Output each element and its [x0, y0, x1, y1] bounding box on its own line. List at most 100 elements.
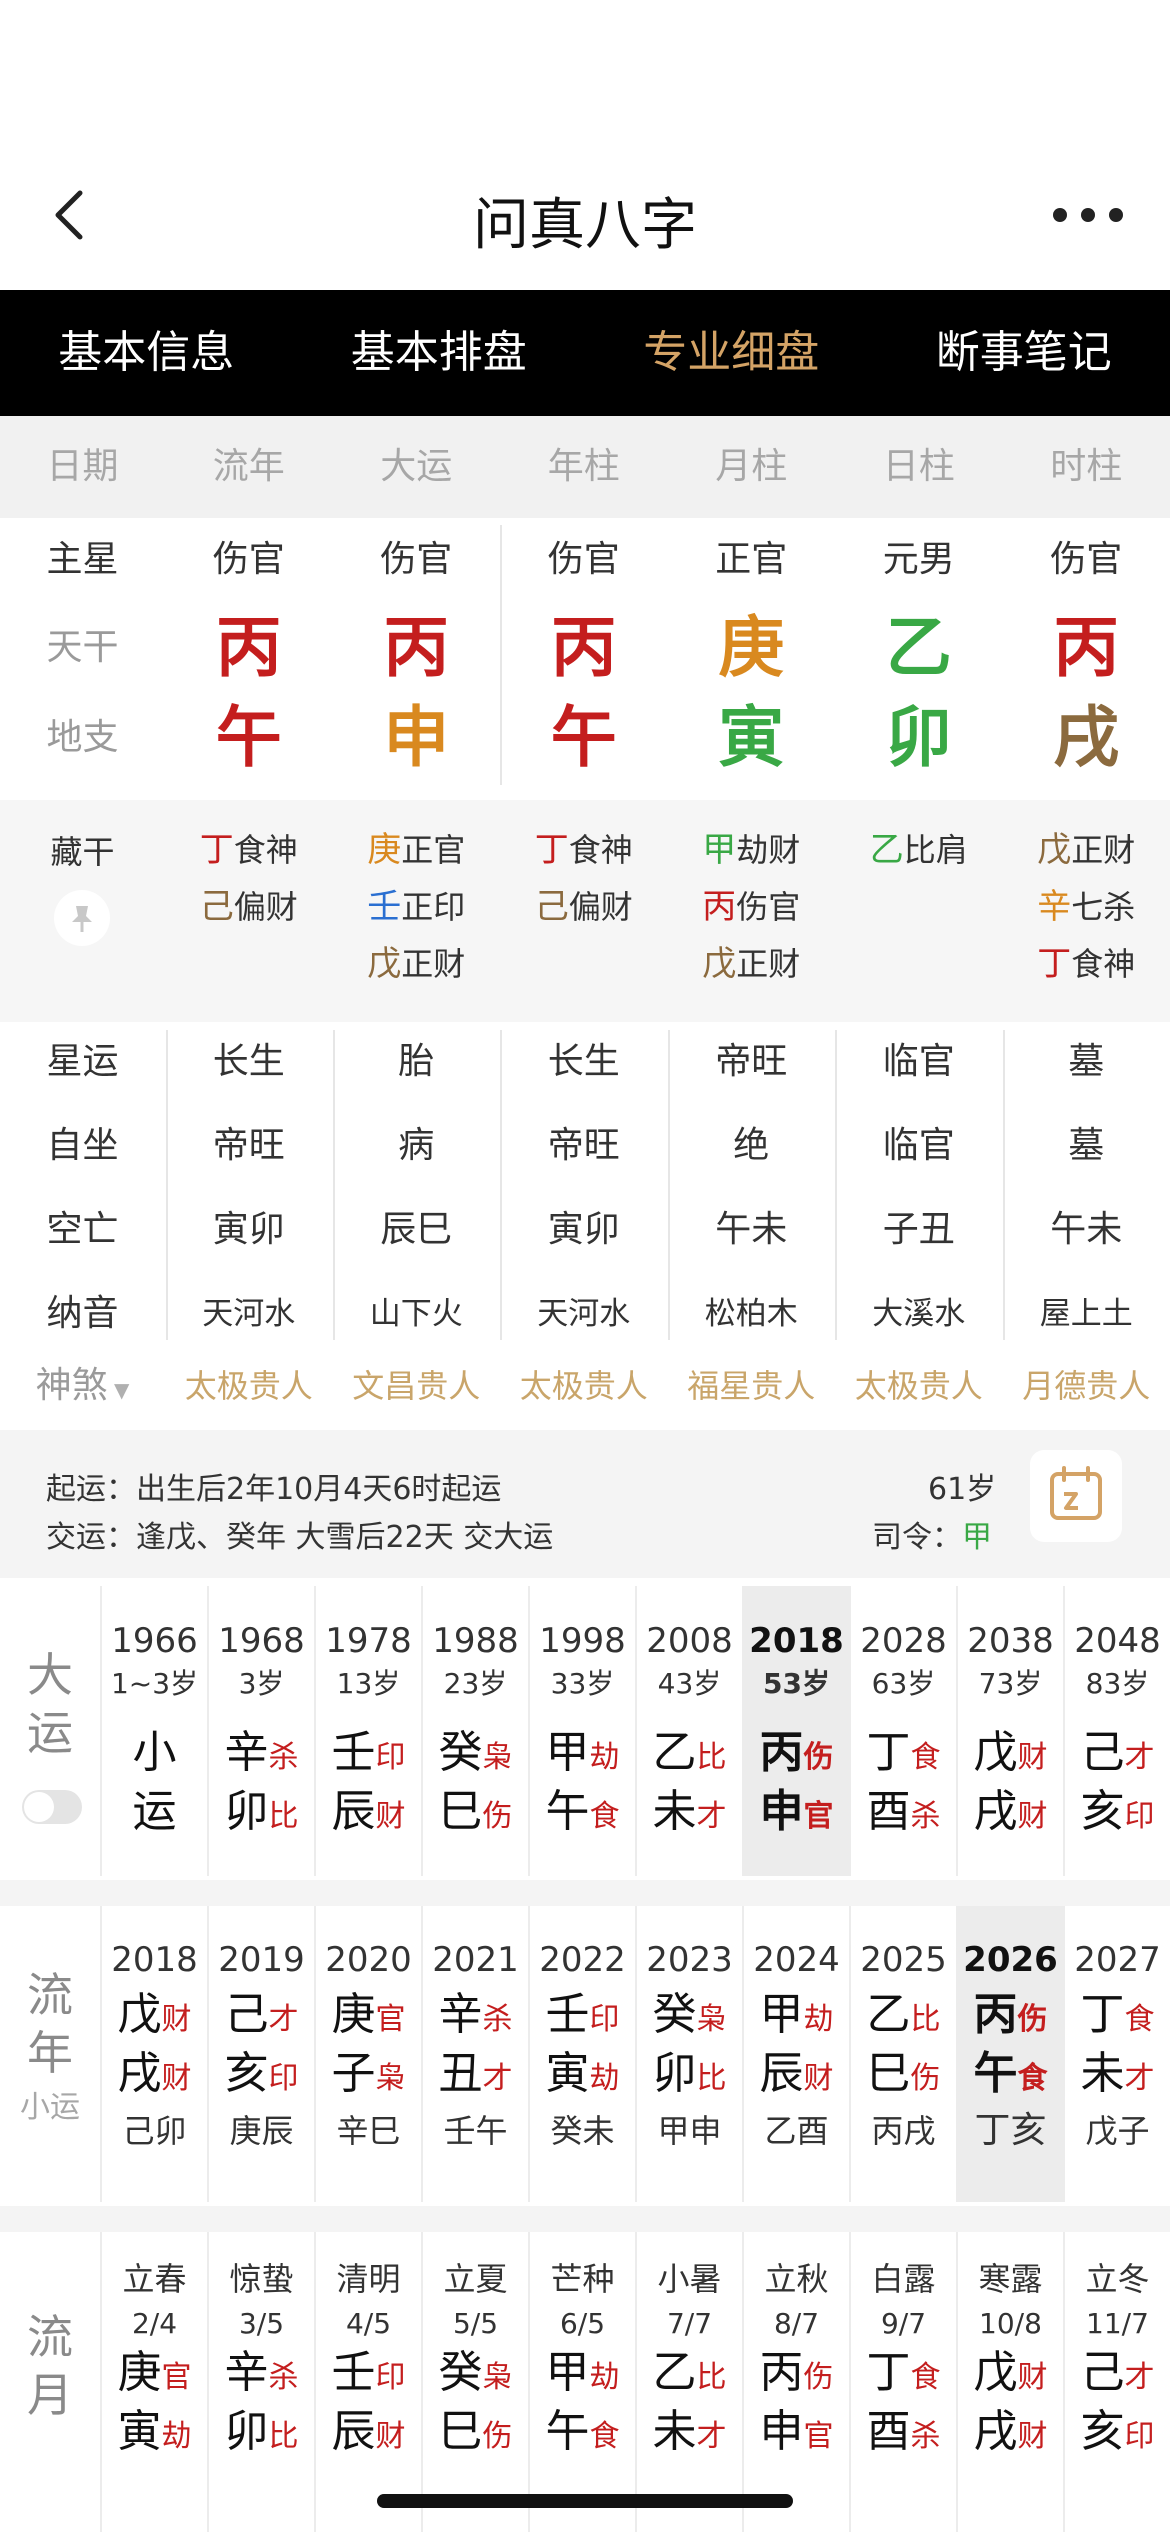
tab-professional-chart[interactable]: 专业细盘 — [585, 290, 878, 416]
liuyue-stem: 戊财 — [958, 2346, 1063, 2405]
heavenly-stem[interactable]: 丙 — [165, 608, 333, 688]
liuyue-column[interactable]: 小暑 7/7 乙比 未才 — [635, 2232, 742, 2532]
heavenly-stem[interactable]: 庚 — [668, 608, 836, 688]
branch-char: 午 — [545, 1786, 590, 1837]
nayin-value: 松柏木 — [704, 1296, 798, 1332]
liunian-year: 2021 — [432, 1940, 519, 1980]
liuyue-column[interactable]: 惊蛰 3/5 辛杀 卯比 — [207, 2232, 314, 2532]
more-options-icon[interactable] — [1048, 200, 1128, 230]
col-header-dayun: 大运 — [380, 446, 453, 487]
branch-god: 伤 — [482, 1799, 513, 1834]
shensha-value[interactable]: 太极贵人 — [835, 1358, 1003, 1414]
dayun-stem: 甲劫 — [530, 1726, 635, 1785]
liunian-stem: 丙伤 — [958, 1988, 1063, 2047]
liuyue-column[interactable]: 立春 2/4 庚官 寅劫 — [100, 2232, 207, 2532]
liuyue-column[interactable]: 立秋 8/7 丙伤 申官 — [742, 2232, 849, 2532]
xiaoyun-toggle[interactable] — [22, 1790, 82, 1824]
earthly-branch[interactable]: 申 — [333, 698, 501, 778]
earthly-branch[interactable]: 寅 — [668, 698, 836, 778]
solar-term: 立春 — [122, 2260, 187, 2298]
hidden-stem-char: 丁 — [199, 830, 234, 870]
liunian-stem: 壬印 — [530, 1988, 635, 2047]
earthly-branch[interactable]: 戌 — [1003, 698, 1170, 778]
liuyue-column[interactable]: 清明 4/5 壬印 辰财 — [314, 2232, 421, 2532]
liunian-column[interactable]: 2021 辛杀 丑才 壬午 — [421, 1906, 528, 2202]
liunian-section: 流 年 小运 2018 戊财 戌财 己卯 2019 己才 亥印 庚辰 2020 庚官 子枭 辛巳 202… — [0, 1906, 1170, 2202]
stem-char: 丙 — [759, 1727, 804, 1778]
dayun-column[interactable]: 1968 3岁 辛杀 卯比 — [207, 1586, 314, 1876]
liunian-column[interactable]: 2023 癸枭 卯比 甲申 — [635, 1906, 742, 2202]
chevron-down-icon: ▼ — [107, 1378, 130, 1402]
hidden-stem-item: 戊正财 — [1003, 822, 1170, 878]
pin-button[interactable] — [54, 890, 110, 946]
dayun-stem: 乙比 — [637, 1726, 742, 1785]
tab-basic-chart[interactable]: 基本排盘 — [293, 290, 586, 416]
stem-god: 比 — [910, 2002, 941, 2037]
shensha-value[interactable]: 太极贵人 — [165, 1358, 333, 1414]
liuyue-column[interactable]: 芒种 6/5 甲劫 午食 — [528, 2232, 635, 2532]
liuyue-column[interactable]: 寒露 10/8 戊财 戌财 — [956, 2232, 1063, 2532]
shensha-value[interactable]: 文昌贵人 — [333, 1358, 501, 1414]
dayun-column[interactable]: 1998 33岁 甲劫 午食 — [528, 1586, 635, 1876]
dayun-column[interactable]: 2028 63岁 丁食 酉杀 — [849, 1586, 956, 1876]
shensha-dropdown[interactable]: 神煞 ▼ — [0, 1358, 165, 1414]
calendar-button[interactable] — [1030, 1450, 1122, 1542]
row-label: 天干 — [46, 627, 119, 668]
stem-god: 比 — [696, 1740, 727, 1775]
liunian-branch: 亥印 — [209, 2047, 314, 2106]
stem-char: 戊 — [973, 1727, 1018, 1778]
stem-char: 小 — [132, 1727, 177, 1778]
liunian-column[interactable]: 2027 丁食 未才 戊子 — [1063, 1906, 1170, 2202]
dayun-column[interactable]: 2018 53岁 丙伤 申官 — [742, 1586, 849, 1876]
earthly-branch[interactable]: 卯 — [835, 698, 1003, 778]
dayun-branch: 卯比 — [209, 1785, 314, 1844]
branch-god: 伤 — [910, 2061, 941, 2096]
heavenly-stem[interactable]: 丙 — [333, 608, 501, 688]
shensha-value[interactable]: 福星贵人 — [668, 1358, 836, 1414]
dayun-column[interactable]: 1966 1~3岁小运 — [100, 1586, 207, 1876]
liunian-column[interactable]: 2022 壬印 寅劫 癸未 — [528, 1906, 635, 2202]
liuyue-column[interactable]: 立夏 5/5 癸枭 巳伤 — [421, 2232, 528, 2532]
heavenly-stem[interactable]: 丙 — [500, 608, 668, 688]
home-indicator[interactable] — [377, 2494, 793, 2508]
dayun-column[interactable]: 2048 83岁 己才 亥印 — [1063, 1586, 1170, 1876]
liunian-column[interactable]: 2018 戊财 戌财 己卯 — [100, 1906, 207, 2202]
shensha-value[interactable]: 太极贵人 — [500, 1358, 668, 1414]
dayun-stem: 丙伤 — [744, 1726, 849, 1785]
dayun-column[interactable]: 1978 13岁 壬印 辰财 — [314, 1586, 421, 1876]
dayun-year: 2008 — [646, 1621, 733, 1661]
liunian-column[interactable]: 2026 丙伤 午食 丁亥 — [956, 1906, 1063, 2202]
earthly-branch[interactable]: 午 — [165, 698, 333, 778]
liuyue-column[interactable]: 立冬 11/7 己才 亥印 — [1063, 2232, 1170, 2532]
stem-god: 财 — [1017, 1740, 1048, 1775]
col-header-hour: 时柱 — [1050, 446, 1123, 487]
shensha-value[interactable]: 月德贵人 — [1003, 1358, 1170, 1414]
stem-char: 癸 — [438, 2347, 483, 2398]
dayun-column[interactable]: 2008 43岁 乙比 未才 — [635, 1586, 742, 1876]
branch-god: 官 — [803, 1799, 834, 1834]
dayun-year: 2018 — [749, 1621, 844, 1661]
tab-basic-info[interactable]: 基本信息 — [0, 290, 293, 416]
dayun-age: 73岁 — [978, 1667, 1043, 1700]
dayun-column[interactable]: 2038 73岁 戊财 戌财 — [956, 1586, 1063, 1876]
liunian-column[interactable]: 2020 庚官 子枭 辛巳 — [314, 1906, 421, 2202]
stem-god: 印 — [375, 2360, 406, 2395]
earthly-branch[interactable]: 午 — [500, 698, 668, 778]
solar-term-date: 9/7 — [880, 2307, 927, 2340]
liunian-column[interactable]: 2025 乙比 巳伤 丙戌 — [849, 1906, 956, 2202]
liuyue-section: 流 月 立春 2/4 庚官 寅劫 惊蛰 3/5 辛杀 卯比 清明 4/5 壬印 辰财 立夏 5/5 癸枭 巳伤… — [0, 2232, 1170, 2532]
stem-god: 伤 — [803, 1740, 834, 1775]
zizuo-value: 病 — [398, 1125, 435, 1166]
hidden-stem-god: 正印 — [401, 888, 466, 926]
liunian-column[interactable]: 2019 己才 亥印 庚辰 — [207, 1906, 314, 2202]
stem-god: 杀 — [482, 2002, 513, 2037]
liunian-stem: 己才 — [209, 1988, 314, 2047]
dayun-column[interactable]: 1988 23岁 癸枭 巳伤 — [421, 1586, 528, 1876]
branch-char: 申 — [759, 2406, 804, 2457]
heavenly-stem[interactable]: 乙 — [835, 608, 1003, 688]
tab-notes[interactable]: 断事笔记 — [878, 290, 1170, 416]
solar-term: 清明 — [336, 2260, 401, 2298]
liunian-column[interactable]: 2024 甲劫 辰财 乙酉 — [742, 1906, 849, 2202]
heavenly-stem[interactable]: 丙 — [1003, 608, 1170, 688]
liuyue-column[interactable]: 白露 9/7 丁食 酉杀 — [849, 2232, 956, 2532]
